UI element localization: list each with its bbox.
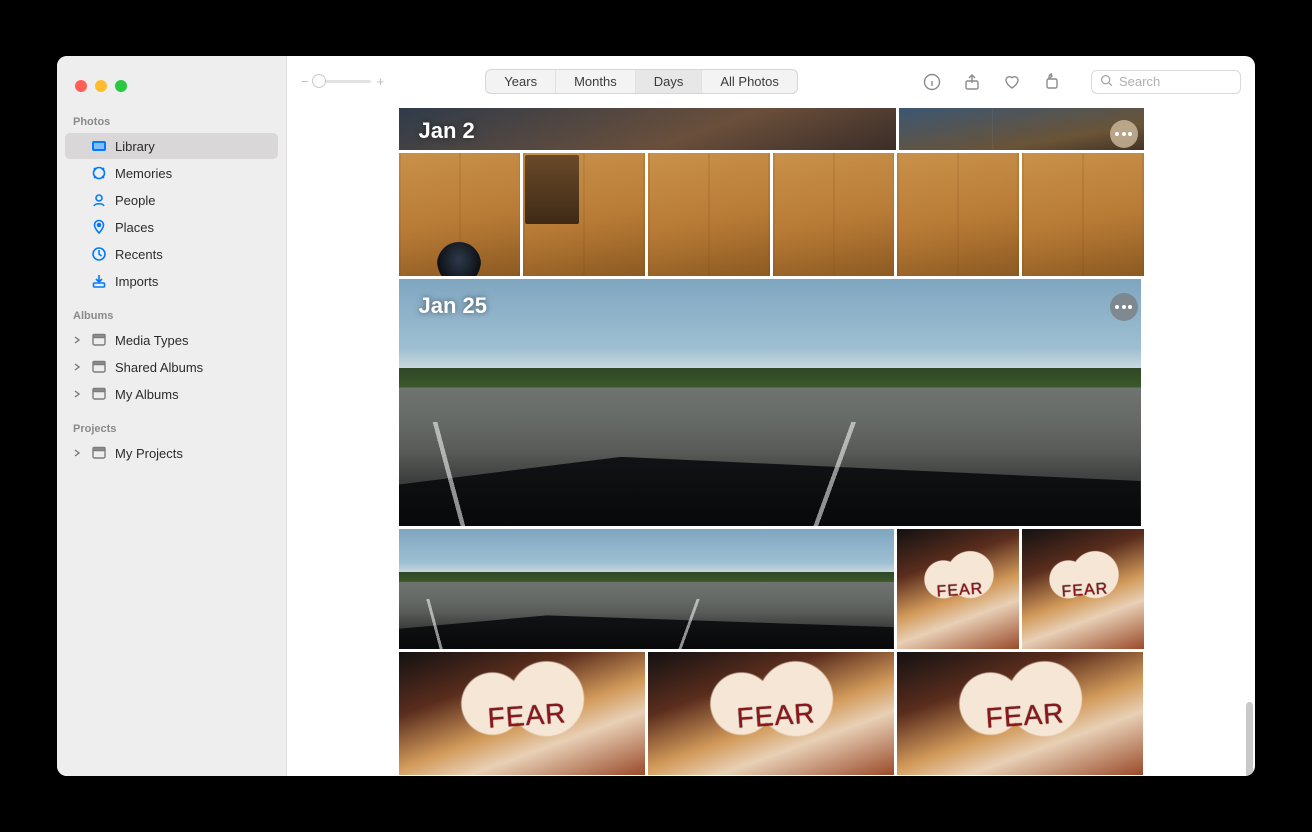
sidebar-item-label: Memories [115, 166, 270, 181]
sidebar-item-library[interactable]: Library [65, 133, 278, 159]
sidebar-item-memories[interactable]: Memories [65, 160, 278, 186]
scrollbar-thumb[interactable] [1246, 702, 1253, 776]
sidebar-item-label: Shared Albums [115, 360, 270, 375]
chevron-right-icon [73, 449, 83, 457]
sidebar: Photos Library Memories Pe [57, 56, 287, 776]
sidebar-heading-projects: Projects [57, 417, 286, 439]
photo-thumbnail[interactable] [773, 153, 895, 276]
sidebar-section-photos: Photos Library Memories Pe [57, 110, 286, 294]
zoom-out-label: − [301, 74, 309, 89]
photo-thumbnail[interactable] [899, 108, 1144, 150]
fullscreen-window-button[interactable] [115, 80, 127, 92]
sidebar-item-label: Library [115, 139, 270, 154]
segment-all-photos[interactable]: All Photos [702, 70, 797, 93]
photo-thumbnail[interactable] [1022, 153, 1144, 276]
imports-icon [91, 273, 107, 289]
day-jan2-thumb-row [399, 153, 1144, 276]
sidebar-heading-photos: Photos [57, 110, 286, 132]
day-jan25-mid-row [399, 529, 1144, 649]
segment-years[interactable]: Years [486, 70, 556, 93]
sidebar-item-shared-albums[interactable]: Shared Albums [65, 354, 278, 380]
main-area: − + Years Months Days All Photos [287, 56, 1255, 776]
rotate-icon[interactable] [1043, 73, 1061, 91]
info-icon[interactable] [923, 73, 941, 91]
sidebar-item-my-projects[interactable]: My Projects [65, 440, 278, 466]
photo-thumbnail[interactable] [399, 529, 894, 649]
folder-icon [91, 445, 107, 461]
folder-icon [91, 332, 107, 348]
library-icon [91, 138, 107, 154]
sidebar-section-projects: Projects My Projects [57, 417, 286, 466]
view-segmented-control: Years Months Days All Photos [485, 69, 798, 94]
sidebar-item-media-types[interactable]: Media Types [65, 327, 278, 353]
photo-thumbnail[interactable] [897, 652, 1143, 775]
sidebar-item-label: Media Types [115, 333, 270, 348]
photo-thumbnail[interactable] [399, 153, 521, 276]
search-input[interactable] [1119, 74, 1232, 89]
window-controls [57, 66, 286, 110]
zoom-in-label: + [377, 74, 385, 89]
photo-thumbnail[interactable] [399, 652, 645, 775]
search-icon [1100, 74, 1113, 90]
photo-thumbnail[interactable] [523, 153, 645, 276]
sidebar-item-imports[interactable]: Imports [65, 268, 278, 294]
day-label-jan25: Jan 25 [419, 293, 488, 319]
folder-icon [91, 386, 107, 402]
minimize-window-button[interactable] [95, 80, 107, 92]
people-icon [91, 192, 107, 208]
sidebar-item-label: People [115, 193, 270, 208]
places-icon [91, 219, 107, 235]
sidebar-item-label: Recents [115, 247, 270, 262]
sidebar-heading-albums: Albums [57, 304, 286, 326]
toolbar: − + Years Months Days All Photos [287, 56, 1255, 108]
photo-thumbnail[interactable] [897, 153, 1019, 276]
day-jan25-hero-row [399, 279, 1144, 526]
photo-thumbnail[interactable] [1022, 529, 1144, 649]
sidebar-item-label: My Projects [115, 446, 270, 461]
day-label-jan2: Jan 2 [419, 118, 475, 144]
sidebar-item-label: Imports [115, 274, 270, 289]
close-window-button[interactable] [75, 80, 87, 92]
day-jan2-hero-row [399, 108, 1144, 150]
photos-app-window: Photos Library Memories Pe [57, 56, 1255, 776]
memories-icon [91, 165, 107, 181]
zoom-knob[interactable] [312, 74, 326, 88]
sidebar-item-my-albums[interactable]: My Albums [65, 381, 278, 407]
segment-days[interactable]: Days [636, 70, 703, 93]
recents-icon [91, 246, 107, 262]
search-field[interactable] [1091, 70, 1241, 94]
toolbar-actions [923, 73, 1061, 91]
photo-thumbnail[interactable] [648, 153, 770, 276]
chevron-right-icon [73, 363, 83, 371]
folder-icon [91, 359, 107, 375]
sidebar-section-albums: Albums Media Types Shared Albums My Albu… [57, 304, 286, 407]
photo-thumbnail[interactable] [897, 529, 1019, 649]
segment-months[interactable]: Months [556, 70, 636, 93]
sidebar-item-people[interactable]: People [65, 187, 278, 213]
photo-thumbnail[interactable] [648, 652, 894, 775]
photo-thumbnail[interactable] [399, 279, 1141, 526]
photo-grid-scroll[interactable]: Jan 2 [287, 108, 1255, 776]
day-more-button-jan25[interactable] [1110, 293, 1138, 321]
sidebar-item-label: Places [115, 220, 270, 235]
sidebar-item-recents[interactable]: Recents [65, 241, 278, 267]
zoom-slider[interactable]: − + [301, 74, 384, 89]
day-more-button-jan2[interactable] [1110, 120, 1138, 148]
sidebar-item-places[interactable]: Places [65, 214, 278, 240]
chevron-right-icon [73, 390, 83, 398]
zoom-track[interactable] [315, 80, 371, 83]
share-icon[interactable] [963, 73, 981, 91]
sidebar-item-label: My Albums [115, 387, 270, 402]
chevron-right-icon [73, 336, 83, 344]
day-jan25-bottom-row [399, 652, 1144, 775]
favorite-icon[interactable] [1003, 73, 1021, 91]
photo-grid: Jan 2 [399, 108, 1144, 775]
